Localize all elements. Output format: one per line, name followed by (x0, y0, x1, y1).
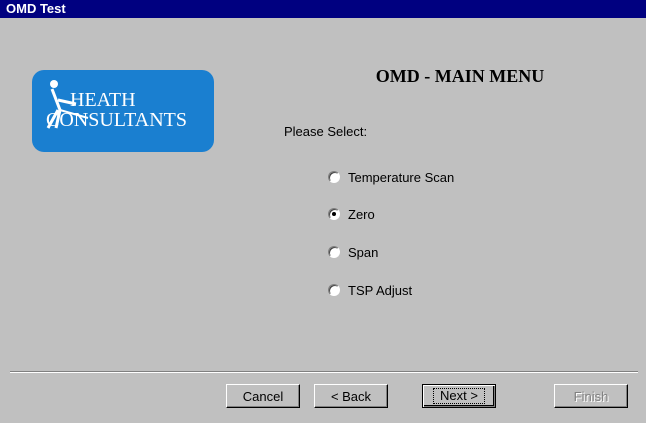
next-button[interactable]: Next > (422, 384, 496, 408)
option-label: Zero (348, 206, 375, 222)
cancel-button[interactable]: Cancel (226, 384, 300, 408)
radio-button[interactable] (328, 171, 340, 183)
page-title: OMD - MAIN MENU (375, 66, 545, 86)
logo-text-line1: HEATH (70, 89, 136, 111)
select-prompt: Please Select: (284, 124, 368, 139)
radio-button[interactable] (328, 284, 340, 296)
logo-text-line2: CONSULTANTS (46, 109, 188, 131)
option-tsp-adjust[interactable]: TSP Adjust (328, 281, 412, 299)
option-zero[interactable]: Zero (328, 205, 375, 223)
option-span[interactable]: Span (328, 243, 378, 261)
window-title: OMD Test (0, 0, 646, 18)
back-button[interactable]: < Back (314, 384, 388, 408)
heath-consultants-logo: HEATH CONSULTANTS (32, 70, 214, 152)
option-label: TSP Adjust (348, 282, 413, 298)
footer-divider (10, 371, 638, 373)
option-label: Span (348, 244, 379, 260)
radio-button[interactable] (328, 246, 340, 258)
option-label: Temperature Scan (348, 169, 455, 185)
option-temperature-scan[interactable]: Temperature Scan (328, 168, 454, 186)
radio-button-checked[interactable] (328, 208, 340, 220)
next-button-label: Next > (433, 388, 485, 404)
finish-button[interactable]: Finish (554, 384, 628, 408)
